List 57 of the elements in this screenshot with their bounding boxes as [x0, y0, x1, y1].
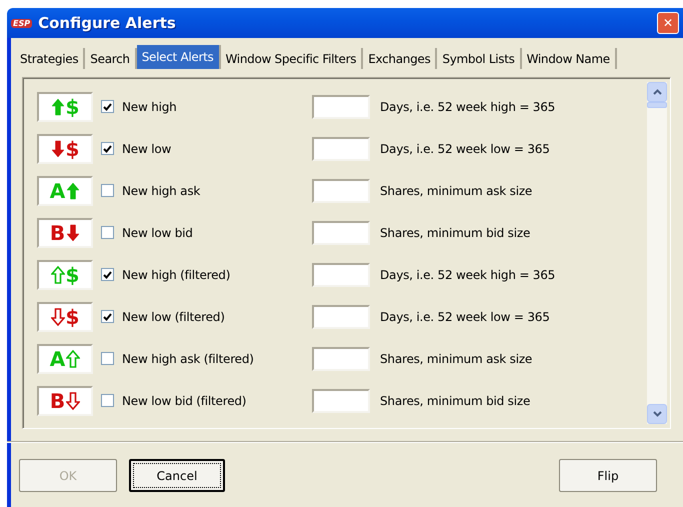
alert-label: New high (filtered) — [122, 268, 232, 282]
alert-label: New high ask — [122, 184, 202, 198]
alert-symbol: $ — [66, 306, 80, 326]
checkbox[interactable] — [101, 142, 114, 155]
input-field[interactable] — [312, 220, 370, 244]
checkbox[interactable] — [101, 352, 114, 365]
app-logo: ESP — [11, 18, 32, 28]
alert-symbol: $ — [66, 138, 80, 158]
checkbox[interactable] — [101, 268, 114, 281]
scrollbar[interactable] — [647, 82, 667, 424]
caret-down-icon — [652, 411, 662, 417]
alert-label: New low (filtered) — [122, 310, 226, 324]
window-title: Configure Alerts — [38, 14, 177, 32]
tab[interactable]: Select Alerts — [136, 45, 220, 69]
tab[interactable]: Symbol Lists — [437, 48, 522, 69]
alert-label: New high ask (filtered) — [122, 352, 255, 366]
scroll-up-button[interactable] — [647, 82, 667, 102]
field-description: Shares, minimum bid size — [380, 394, 530, 408]
tab[interactable]: Window Name — [522, 48, 617, 69]
alert-symbol: A — [50, 180, 66, 200]
input-field[interactable] — [312, 136, 370, 160]
input-field[interactable] — [312, 346, 370, 370]
tab[interactable]: Window Specific Filters — [220, 48, 364, 69]
tab[interactable]: Exchanges — [363, 48, 438, 69]
alert-label: New low — [122, 142, 172, 156]
input-field[interactable] — [312, 388, 370, 412]
close-button[interactable]: ✕ — [657, 12, 679, 34]
field-description: Days, i.e. 52 week high = 365 — [380, 100, 556, 114]
scroll-thumb[interactable] — [647, 102, 667, 108]
checkbox[interactable] — [101, 310, 114, 323]
checkbox[interactable] — [101, 100, 114, 113]
checkbox[interactable] — [101, 394, 114, 407]
alert-symbol: B — [50, 222, 66, 242]
field-description: Shares, minimum ask size — [380, 184, 532, 198]
alert-symbol: $ — [66, 264, 80, 284]
alert-label: New high — [122, 100, 178, 114]
input-field[interactable] — [312, 304, 370, 328]
input-field[interactable] — [312, 94, 370, 118]
checkbox[interactable] — [101, 226, 114, 239]
alert-label: New low bid — [122, 226, 194, 240]
alert-symbol: B — [50, 390, 66, 410]
field-description: Days, i.e. 52 week low = 365 — [380, 142, 550, 156]
field-description: Shares, minimum bid size — [380, 226, 530, 240]
alert-symbol: $ — [66, 96, 80, 116]
scroll-down-button[interactable] — [647, 404, 667, 424]
alert-label: New low bid (filtered) — [122, 394, 248, 408]
field-description: Shares, minimum ask size — [380, 352, 532, 366]
input-field[interactable] — [312, 178, 370, 202]
dialog-button[interactable]: Cancel — [129, 459, 225, 492]
input-field[interactable] — [312, 262, 370, 286]
field-description: Days, i.e. 52 week low = 365 — [380, 310, 550, 324]
field-description: Days, i.e. 52 week high = 365 — [380, 268, 556, 282]
caret-up-icon — [652, 89, 662, 95]
tab[interactable]: Strategies — [15, 48, 86, 69]
dialog-button[interactable]: Flip — [559, 459, 657, 492]
alert-symbol: A — [50, 348, 66, 368]
checkbox[interactable] — [101, 184, 114, 197]
